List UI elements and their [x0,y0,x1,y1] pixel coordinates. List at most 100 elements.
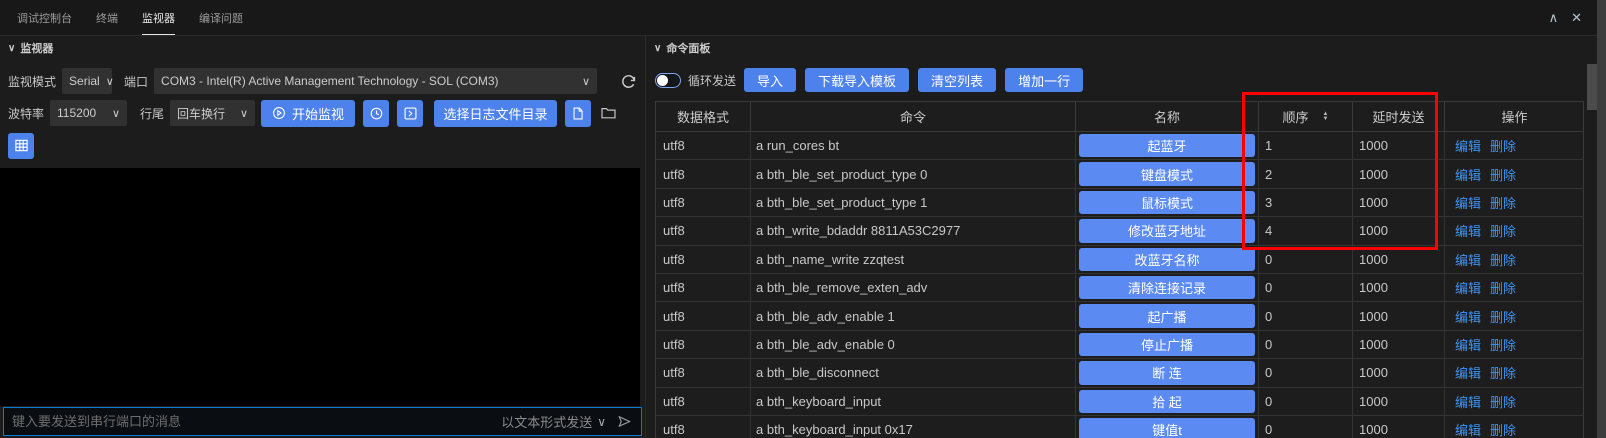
cell-data-format: utf8 [656,160,751,188]
monitor-controls-row-2: 波特率 115200 ∨ 行尾 回车换行 ∨ [8,100,645,126]
cell-delay: 1000 [1353,132,1445,160]
cell-command: a bth_ble_adv_enable 1 [751,302,1076,330]
command-name-button[interactable]: 修改蓝牙地址 [1079,219,1255,242]
delete-link[interactable]: 删除 [1490,307,1516,326]
delete-link[interactable]: 删除 [1490,363,1516,382]
line-ending-select[interactable]: 回车换行 ∨ [170,100,255,126]
tab-compile-problems[interactable]: 编译问题 [199,0,243,35]
command-name-button[interactable]: 断 连 [1079,361,1255,384]
edit-link[interactable]: 编辑 [1455,278,1481,297]
clear-list-button[interactable]: 清空列表 [918,68,996,92]
port-select[interactable]: COM3 - Intel(R) Active Management Techno… [154,68,597,94]
delete-link[interactable]: 删除 [1490,278,1516,297]
log-file-button[interactable] [565,100,591,127]
table-row: utf8 a bth_name_write zzqtest 改蓝牙名称 0 10… [656,246,1583,274]
delete-link[interactable]: 删除 [1490,335,1516,354]
delete-link[interactable]: 删除 [1490,392,1516,411]
edit-link[interactable]: 编辑 [1455,165,1481,184]
chevron-down-icon: ∨ [597,415,606,429]
command-name-button[interactable]: 鼠标模式 [1079,191,1255,214]
port-label: 端口 [124,73,148,90]
command-name-button[interactable]: 键盘模式 [1079,162,1255,185]
add-row-button[interactable]: 增加一行 [1005,68,1083,92]
delete-link[interactable]: 删除 [1490,165,1516,184]
delete-link[interactable]: 删除 [1490,250,1516,269]
command-table-toggle-button[interactable] [8,133,34,159]
table-row: utf8 a bth_ble_remove_exten_adv 清除连接记录 0… [656,274,1583,302]
command-table-body: utf8 a run_cores bt 起蓝牙 1 1000 编辑 删除 utf… [656,132,1583,438]
command-section-header[interactable]: ∨ 命令面板 [646,36,1606,60]
start-monitor-button[interactable]: 开始监视 [261,100,355,127]
command-name-button[interactable]: 拾 起 [1079,390,1255,413]
import-button[interactable]: 导入 [744,68,796,92]
cell-name: 拾 起 [1076,388,1259,416]
cell-delay: 1000 [1353,416,1445,438]
command-name-button[interactable]: 起蓝牙 [1079,134,1255,157]
cell-delay: 1000 [1353,160,1445,188]
cell-order: 0 [1259,302,1353,330]
edit-link[interactable]: 编辑 [1455,136,1481,155]
panel-actions: ∧ ✕ [1549,0,1582,36]
sort-icon[interactable]: ▲▼ [1323,112,1329,122]
send-icon[interactable] [616,414,633,429]
grid-icon [14,138,29,153]
cell-operation: 编辑 删除 [1445,388,1584,416]
cell-data-format: utf8 [656,274,751,302]
cell-data-format: utf8 [656,246,751,274]
mode-label: 监视模式 [8,73,56,90]
command-name-button[interactable]: 停止广播 [1079,333,1255,356]
edit-link[interactable]: 编辑 [1455,193,1481,212]
delete-link[interactable]: 删除 [1490,193,1516,212]
refresh-ports-icon[interactable] [620,73,637,90]
maximize-panel-icon[interactable]: ∧ [1549,10,1559,26]
delete-link[interactable]: 删除 [1490,221,1516,240]
open-in-terminal-button[interactable] [397,100,423,127]
command-name-button[interactable]: 清除连接记录 [1079,276,1255,299]
cell-operation: 编辑 删除 [1445,160,1584,188]
close-panel-icon[interactable]: ✕ [1571,10,1582,26]
header-command: 命令 [751,102,1076,132]
cell-name: 键盘模式 [1076,160,1259,188]
edit-link[interactable]: 编辑 [1455,307,1481,326]
collapse-icon[interactable]: ∨ [8,43,15,54]
cell-command: a bth_ble_remove_exten_adv [751,274,1076,302]
timestamp-button[interactable] [363,100,389,127]
monitor-section-header[interactable]: ∨ 监视器 [0,36,645,60]
tab-terminal[interactable]: 终端 [96,0,118,35]
edit-link[interactable]: 编辑 [1455,221,1481,240]
command-name-button[interactable]: 键值t [1079,418,1255,438]
download-template-button[interactable]: 下载导入模板 [805,68,909,92]
tab-monitor[interactable]: 监视器 [142,0,175,35]
tab-debug-console[interactable]: 调试控制台 [17,0,72,35]
select-log-dir-button[interactable]: 选择日志文件目录 [434,100,557,127]
edit-link[interactable]: 编辑 [1455,420,1481,438]
loop-send-toggle[interactable] [655,73,681,88]
mode-select[interactable]: Serial ∨ [62,68,112,94]
open-folder-icon[interactable] [600,105,617,121]
send-mode-select[interactable]: 以文本形式发送 ∨ [501,412,606,431]
baud-select[interactable]: 115200 ∨ [50,100,127,126]
edit-link[interactable]: 编辑 [1455,392,1481,411]
cell-name: 停止广播 [1076,331,1259,359]
command-name-button[interactable]: 改蓝牙名称 [1079,248,1255,271]
delete-link[interactable]: 删除 [1490,420,1516,438]
edit-link[interactable]: 编辑 [1455,250,1481,269]
cell-data-format: utf8 [656,302,751,330]
chevron-down-icon: ∨ [582,75,590,88]
command-panel-title: 命令面板 [666,40,710,56]
serial-message-input[interactable] [12,414,501,429]
cell-data-format: utf8 [656,388,751,416]
table-scrollbar-thumb[interactable] [1587,64,1597,110]
delete-link[interactable]: 删除 [1490,136,1516,155]
chevron-down-icon: ∨ [112,107,120,120]
command-name-button[interactable]: 起广播 [1079,304,1255,327]
header-operation: 操作 [1445,102,1584,132]
table-row: utf8 a run_cores bt 起蓝牙 1 1000 编辑 删除 [656,132,1583,160]
window-edge-strip [1597,0,1606,438]
cell-data-format: utf8 [656,416,751,438]
baud-value: 115200 [57,106,96,120]
cell-delay: 1000 [1353,217,1445,245]
edit-link[interactable]: 编辑 [1455,363,1481,382]
collapse-icon[interactable]: ∨ [654,43,661,54]
edit-link[interactable]: 编辑 [1455,335,1481,354]
